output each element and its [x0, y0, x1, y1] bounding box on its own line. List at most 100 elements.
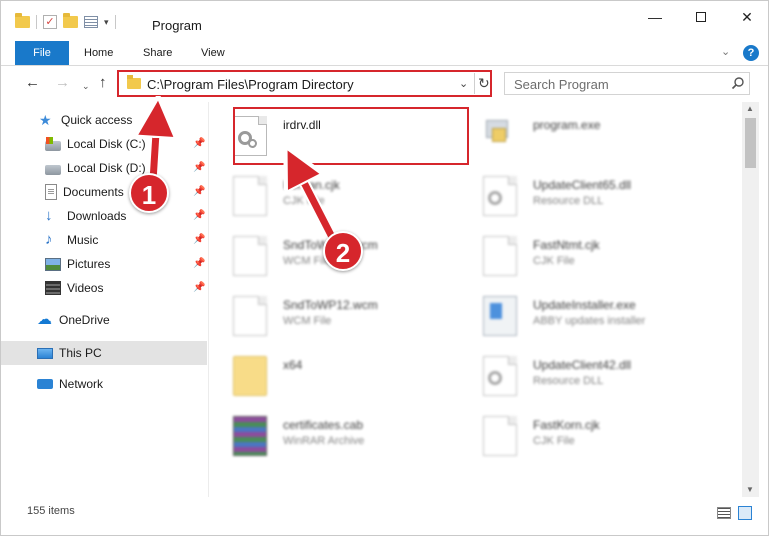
expand-ribbon-chevron-icon[interactable]: ⌄: [721, 45, 730, 58]
pin-icon[interactable]: 📌: [193, 162, 205, 173]
sidebar-item-documents[interactable]: Documents 📌: [1, 181, 207, 203]
tab-share[interactable]: Share: [143, 41, 172, 65]
file-icon: [233, 176, 267, 216]
sidebar-item-network[interactable]: Network: [1, 373, 207, 395]
qat-customize-caret-icon[interactable]: ▾: [104, 17, 109, 28]
pin-icon[interactable]: 📌: [193, 282, 205, 293]
file-icon: [483, 416, 517, 456]
properties-check-icon[interactable]: ✓: [43, 15, 57, 29]
sidebar-item-label: Music: [67, 233, 99, 247]
sidebar-item-label: Local Disk (C:): [67, 137, 146, 151]
file-item[interactable]: SndToWP12.wcm WCM File: [209, 288, 449, 346]
videos-icon: [45, 281, 61, 295]
address-path[interactable]: C:\Program Files\Program Directory: [147, 77, 354, 92]
details-view-icon[interactable]: [717, 507, 731, 519]
file-item[interactable]: program.exe: [459, 108, 699, 166]
step-2-badge: 2: [323, 231, 363, 271]
file-name: FastKorn.cjk: [533, 418, 600, 432]
file-item[interactable]: certificates.cab WinRAR Archive: [209, 408, 449, 466]
music-icon: ♪: [45, 231, 53, 248]
pin-icon[interactable]: 📌: [193, 258, 205, 269]
folder-icon: [15, 13, 30, 28]
scroll-down-icon[interactable]: ▼: [746, 485, 754, 494]
help-icon[interactable]: ?: [743, 45, 759, 61]
exe-icon: [483, 116, 517, 156]
minimize-button[interactable]: —: [632, 1, 678, 33]
window-title: Program: [152, 18, 202, 33]
new-folder-icon[interactable]: [63, 13, 78, 28]
file-item[interactable]: Korean.cjk CJK File: [209, 168, 449, 226]
file-explorer-window: ✓ ▾ Program — ✕ File Home Share View ⌄ ?…: [0, 0, 769, 536]
tiles-view-icon[interactable]: [738, 506, 752, 520]
up-button[interactable]: ↑: [99, 74, 107, 92]
search-icon[interactable]: [731, 76, 745, 90]
file-item[interactable]: UpdateClient42.dll Resource DLL: [459, 348, 699, 406]
tab-home[interactable]: Home: [84, 41, 113, 65]
back-button[interactable]: ←: [25, 74, 40, 92]
pin-icon[interactable]: 📌: [193, 210, 205, 221]
local-disk-icon: [45, 164, 61, 175]
sidebar-item-local-disk-c[interactable]: Local Disk (C:) 📌: [1, 133, 207, 155]
scroll-thumb[interactable]: [745, 118, 756, 168]
sidebar-item-videos[interactable]: Videos 📌: [1, 277, 207, 299]
maximize-button[interactable]: [678, 1, 724, 33]
file-icon: [233, 236, 267, 276]
vertical-scrollbar[interactable]: ▲ ▼: [742, 102, 759, 497]
qat-separator: [36, 15, 37, 29]
dll-icon: [483, 356, 517, 396]
sidebar-item-quick-access[interactable]: ★ Quick access: [1, 109, 207, 131]
sidebar-item-local-disk-d[interactable]: Local Disk (D:) 📌: [1, 157, 207, 179]
file-item[interactable]: FastKorn.cjk CJK File: [459, 408, 699, 466]
scroll-up-icon[interactable]: ▲: [746, 104, 754, 113]
computer-icon: [37, 348, 53, 359]
file-name: x64: [283, 358, 303, 372]
quick-access-toolbar: ✓ ▾: [15, 13, 116, 29]
sidebar-item-label: Documents: [63, 185, 124, 199]
tab-view[interactable]: View: [201, 41, 225, 65]
file-item[interactable]: FastNtmt.cjk CJK File: [459, 228, 699, 286]
file-item[interactable]: UpdateInstaller.exe ABBY updates install…: [459, 288, 699, 346]
local-disk-icon: [45, 136, 61, 151]
file-item[interactable]: UpdateClient65.dll Resource DLL: [459, 168, 699, 226]
installer-icon: [483, 296, 517, 336]
cloud-icon: ☁: [37, 311, 52, 328]
dll-icon: [483, 176, 517, 216]
sidebar-item-music[interactable]: ♪ Music 📌: [1, 229, 207, 251]
properties-icon[interactable]: [84, 16, 98, 28]
file-name: program.exe: [533, 118, 601, 132]
sidebar-item-pictures[interactable]: Pictures 📌: [1, 253, 207, 275]
file-type: CJK File: [533, 255, 575, 267]
file-type: WinRAR Archive: [283, 435, 365, 447]
navigation-pane: ★ Quick access Local Disk (C:) 📌 Local D…: [1, 102, 208, 497]
refresh-icon[interactable]: ↻: [478, 75, 490, 92]
sidebar-item-this-pc[interactable]: This PC: [1, 341, 207, 365]
file-type: CJK File: [283, 195, 325, 207]
file-type: ABBY updates installer: [533, 315, 646, 327]
network-icon: [37, 379, 53, 389]
file-name: Korean.cjk: [283, 178, 340, 192]
sidebar-item-label: Network: [59, 377, 104, 391]
sidebar-item-onedrive[interactable]: ☁ OneDrive: [1, 309, 207, 331]
tab-file[interactable]: File: [15, 41, 69, 65]
pin-icon[interactable]: 📌: [193, 186, 205, 197]
file-name: UpdateClient65.dll: [533, 178, 632, 192]
file-name: FastNtmt.cjk: [533, 238, 600, 252]
address-history-chevron-icon[interactable]: ⌄: [459, 77, 468, 90]
sidebar-item-label: OneDrive: [59, 313, 110, 327]
maximize-icon: [696, 12, 706, 22]
close-button[interactable]: ✕: [724, 1, 768, 33]
address-bar[interactable]: C:\Program Files\Program Directory ⌄ ↻: [117, 70, 492, 97]
search-placeholder[interactable]: Search Program: [514, 77, 609, 92]
step-1-badge: 1: [129, 173, 169, 213]
item-count: 155 items: [27, 505, 75, 517]
sidebar-item-label: Local Disk (D:): [67, 161, 146, 175]
sidebar-item-downloads[interactable]: ↓ Downloads 📌: [1, 205, 207, 227]
pin-icon[interactable]: 📌: [193, 138, 205, 149]
file-type: Resource DLL: [533, 195, 604, 207]
search-box[interactable]: Search Program: [504, 72, 750, 95]
pin-icon[interactable]: 📌: [193, 234, 205, 245]
recent-locations-chevron-icon[interactable]: ⌄: [82, 77, 90, 95]
highlight-box: [233, 107, 469, 165]
file-item[interactable]: x64: [209, 348, 449, 406]
forward-button[interactable]: →: [55, 74, 70, 92]
